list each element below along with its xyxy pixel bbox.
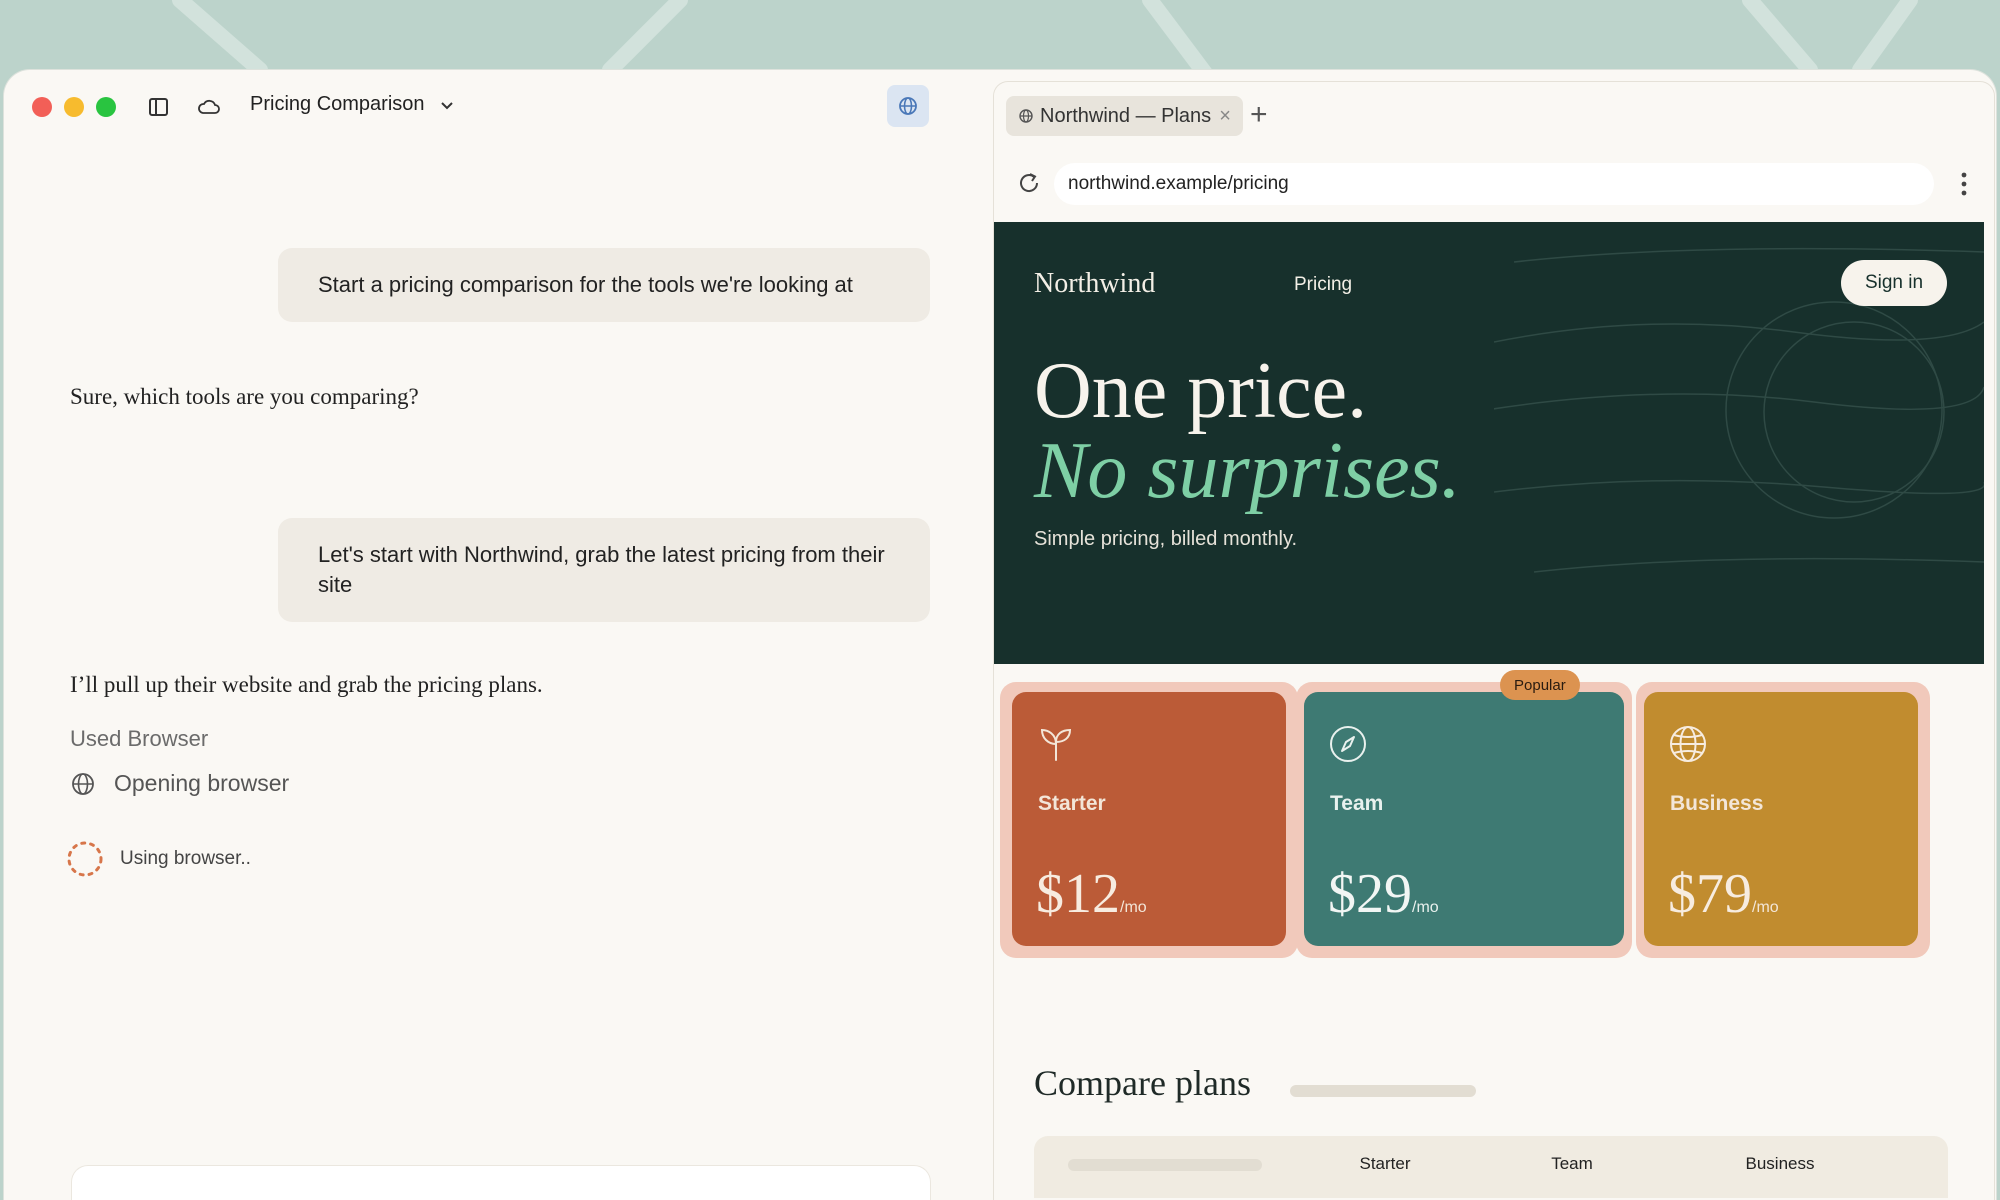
globe-icon [899,97,917,115]
address-bar[interactable]: northwind.example/pricing [1054,163,1934,205]
chevron-down-icon [440,101,453,109]
plan-card-body: Starter $12/mo [1012,692,1286,946]
globe-icon [1019,109,1033,123]
plan-card-business[interactable]: Business $79/mo [1636,682,1930,958]
web-page: Northwind Pricing Sign in One price. No … [994,222,1994,1200]
status-indicator: Using browser.. [66,840,251,878]
plan-card-team[interactable]: Team $29/mo [1296,682,1632,958]
popular-badge: Popular [1500,670,1580,700]
plan-card-body: Team $29/mo [1304,692,1624,946]
plan-price: $79/mo [1668,862,1779,926]
reload-icon[interactable] [1016,170,1042,201]
user-message: Let's start with Northwind, grab the lat… [278,518,930,622]
plan-price: $12/mo [1036,862,1147,926]
plan-price-unit: /mo [1120,899,1147,916]
browser-tab[interactable]: Northwind — Plans × [1006,96,1243,136]
chat-panel: Pricing Comparison Start a pricing compa… [4,70,994,1200]
loading-placeholder [1290,1085,1476,1097]
used-tool-label[interactable]: Used Browser [70,726,208,752]
nav-link-pricing[interactable]: Pricing [1294,274,1352,296]
site-logo[interactable]: Northwind [1034,268,1155,300]
tool-step-label: Opening browser [114,770,290,796]
plan-price-unit: /mo [1752,899,1779,916]
conversation-title-dropdown[interactable]: Pricing Comparison [250,93,455,116]
globe-icon [1668,724,1708,769]
background-pattern [172,0,1918,80]
close-window-button[interactable] [32,97,52,117]
url-text: northwind.example/pricing [1068,173,1289,194]
plan-price: $29/mo [1328,862,1439,926]
user-message: Start a pricing comparison for the tools… [278,248,930,322]
tab-title: Northwind — Plans [1040,104,1212,127]
loading-spinner-icon [67,841,103,877]
status-text: Using browser.. [120,848,251,869]
column-header-business: Business [1745,1154,1815,1173]
column-header-starter: Starter [1359,1154,1411,1173]
cloud-icon[interactable] [196,94,222,120]
assistant-message: Sure, which tools are you comparing? [70,384,419,409]
compass-icon [1328,724,1368,769]
loading-placeholder [1068,1159,1262,1171]
headline-line-2: No surprises. [1034,427,1461,515]
browser-toggle-button[interactable] [887,85,929,127]
hero-subtitle: Simple pricing, billed monthly. [1034,528,1298,550]
plan-name: Business [1670,792,1764,815]
sign-in-button[interactable]: Sign in [1841,260,1947,306]
close-tab-icon[interactable]: × [1219,105,1231,128]
hero-section: Northwind Pricing Sign in One price. No … [994,222,1984,664]
plan-price-unit: /mo [1412,899,1439,916]
tool-step: Opening browser [70,770,289,797]
sprout-icon [1036,724,1076,769]
maximize-window-button[interactable] [96,97,116,117]
browser-panel: Northwind — Plans × + northwind.example/… [994,82,1994,1200]
plan-card-body: Business $79/mo [1644,692,1918,946]
plan-card-starter[interactable]: Starter $12/mo [1000,682,1298,958]
app-window: Pricing Comparison Start a pricing compa… [4,70,1996,1200]
message-composer[interactable] [72,1166,930,1200]
plan-name: Team [1330,792,1384,815]
globe-icon [72,772,94,795]
headline-line-1: One price. [1034,347,1368,435]
minimize-window-button[interactable] [64,97,84,117]
sidebar-toggle-icon[interactable] [146,94,172,120]
more-options-icon[interactable] [1960,172,1968,201]
conversation-title: Pricing Comparison [250,93,425,115]
title-bar: Pricing Comparison [4,70,994,144]
plan-name: Starter [1038,792,1106,815]
plan-price-amount: $29 [1328,863,1412,925]
plan-price-amount: $79 [1668,863,1752,925]
new-tab-button[interactable]: + [1250,98,1268,132]
assistant-message: I’ll pull up their website and grab the … [70,672,543,697]
plan-price-amount: $12 [1036,863,1120,925]
compare-plans-heading: Compare plans [1034,1063,1251,1103]
column-header-team: Team [1551,1154,1593,1173]
